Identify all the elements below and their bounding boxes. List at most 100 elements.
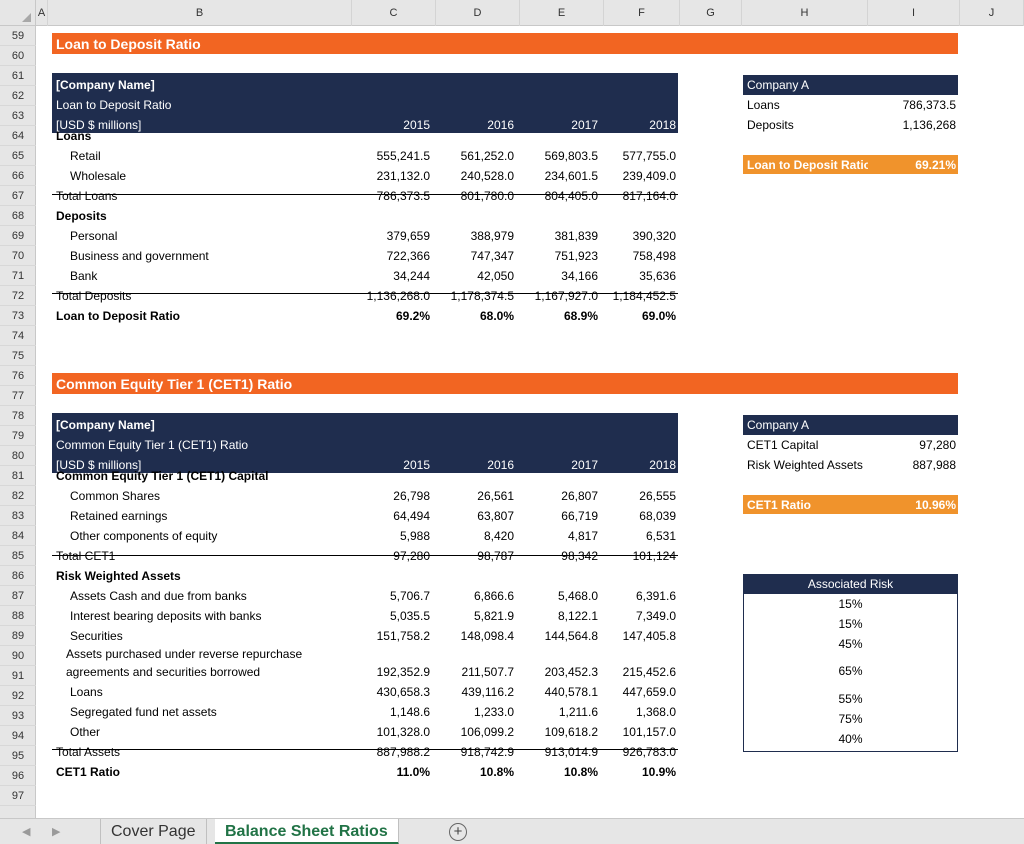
row-header-76[interactable]: 76 xyxy=(0,366,36,386)
ldr-line-value xyxy=(516,126,598,146)
ldr-summary-loans-label: Loans xyxy=(747,98,780,112)
ldr-line-value: 231,132.0 xyxy=(376,169,430,183)
row-header-63[interactable]: 63 xyxy=(0,106,36,126)
row-header-64[interactable]: 64 xyxy=(0,126,36,146)
row-header-85[interactable]: 85 xyxy=(0,546,36,566)
cet1-line-value: 26,807 xyxy=(561,489,598,503)
cet1-line-value: 4,817 xyxy=(567,529,598,543)
row-header-96[interactable]: 96 xyxy=(0,766,36,786)
row-header-77[interactable]: 77 xyxy=(0,386,36,406)
row-header-70[interactable]: 70 xyxy=(0,246,36,266)
cet1-line-value: 211,507.7 xyxy=(461,665,515,679)
cet1-line-value xyxy=(516,466,598,486)
ldr-line-value xyxy=(432,206,514,226)
row-header-71[interactable]: 71 xyxy=(0,266,36,286)
cet1-line-label: Segregated fund net assets xyxy=(70,705,217,719)
tab-balance-sheet-ratios[interactable]: Balance Sheet Ratios xyxy=(215,819,399,844)
cet1-line-label: Other components of equity xyxy=(70,529,218,543)
select-all-corner[interactable] xyxy=(0,0,36,26)
row-header-78[interactable]: 78 xyxy=(0,406,36,426)
tab-cover-page[interactable]: Cover Page xyxy=(100,819,207,844)
column-header-b[interactable]: B xyxy=(48,0,352,26)
row-header-95[interactable]: 95 xyxy=(0,746,36,766)
row-header-72[interactable]: 72 xyxy=(0,286,36,306)
cet1-line-label-cont: agreements and securities borrowed xyxy=(66,665,261,679)
ldr-line-label: Loans xyxy=(56,129,92,143)
row-header-65[interactable]: 65 xyxy=(0,146,36,166)
ldr-line-label: Personal xyxy=(70,229,118,243)
scroll-tabs-right-icon[interactable]: ▶ xyxy=(52,819,60,844)
cet1-line-value: 926,783.0 xyxy=(622,745,676,759)
cet1-line-value: 1,233.0 xyxy=(473,705,514,719)
risk-value: 45% xyxy=(838,637,863,651)
row-header-73[interactable]: 73 xyxy=(0,306,36,326)
column-header-f[interactable]: F xyxy=(604,0,680,26)
risk-value: 15% xyxy=(838,597,863,611)
row-header-66[interactable]: 66 xyxy=(0,166,36,186)
ldr-summary-deposits-label: Deposits xyxy=(747,118,794,132)
row-header-93[interactable]: 93 xyxy=(0,706,36,726)
row-header-84[interactable]: 84 xyxy=(0,526,36,546)
column-header-a[interactable]: A xyxy=(36,0,48,26)
cet1-line-value: 10.8% xyxy=(563,765,598,779)
row-header-82[interactable]: 82 xyxy=(0,486,36,506)
cet1-line-label: Total Assets xyxy=(56,745,121,759)
row-header-80[interactable]: 80 xyxy=(0,446,36,466)
column-header-i[interactable]: I xyxy=(868,0,960,26)
row-header-89[interactable]: 89 xyxy=(0,626,36,646)
row-header-61[interactable]: 61 xyxy=(0,66,36,86)
cet1-line-label: Other xyxy=(70,725,101,739)
row-header-68[interactable]: 68 xyxy=(0,206,36,226)
ldr-line-value: 69.0% xyxy=(641,309,676,323)
ldr-line-label: Deposits xyxy=(56,209,107,223)
row-header-87[interactable]: 87 xyxy=(0,586,36,606)
cet1-line-value xyxy=(432,566,514,586)
row-header-90[interactable]: 90 xyxy=(0,646,36,666)
ldr-summary-loans-value: 786,373.5 xyxy=(902,98,956,112)
column-header-j[interactable]: J xyxy=(960,0,1024,26)
row-header-69[interactable]: 69 xyxy=(0,226,36,246)
ldr-total-deposits-rule xyxy=(52,293,678,294)
row-header-86[interactable]: 86 xyxy=(0,566,36,586)
row-header-60[interactable]: 60 xyxy=(0,46,36,66)
row-header-59[interactable]: 59 xyxy=(0,26,36,46)
cet1-company-name: [Company Name] xyxy=(56,418,155,432)
cet1-line-label: Retained earnings xyxy=(70,509,168,523)
cet1-line-value: 148,098.4 xyxy=(460,629,514,643)
row-header-91[interactable]: 91 xyxy=(0,666,36,686)
ldr-line-value xyxy=(348,206,430,226)
row-header-94[interactable]: 94 xyxy=(0,726,36,746)
ldr-line-value: 34,244 xyxy=(393,269,430,283)
cet1-line-value: 440,578.1 xyxy=(544,685,598,699)
column-header-g[interactable]: G xyxy=(680,0,742,26)
ldr-line-value xyxy=(596,206,676,226)
add-sheet-icon[interactable]: + xyxy=(449,823,467,841)
cet1-line-value: 68,039 xyxy=(639,509,676,523)
column-header-d[interactable]: D xyxy=(436,0,520,26)
row-header-92[interactable]: 92 xyxy=(0,686,36,706)
cet1-line-value: 192,352.9 xyxy=(376,665,430,679)
column-header-h[interactable]: H xyxy=(742,0,868,26)
row-header-67[interactable]: 67 xyxy=(0,186,36,206)
cet1-line-value: 5,468.0 xyxy=(557,589,598,603)
ldr-line-value: 239,409.0 xyxy=(622,169,676,183)
row-header-81[interactable]: 81 xyxy=(0,466,36,486)
row-header-97[interactable]: 97 xyxy=(0,786,36,806)
row-header-88[interactable]: 88 xyxy=(0,606,36,626)
column-header-c[interactable]: C xyxy=(352,0,436,26)
ldr-line-value: 561,252.0 xyxy=(460,149,514,163)
column-header-e[interactable]: E xyxy=(520,0,604,26)
cet1-line-label: CET1 Ratio xyxy=(56,765,121,779)
row-header-62[interactable]: 62 xyxy=(0,86,36,106)
cet1-total-assets-rule xyxy=(52,749,678,750)
row-header-83[interactable]: 83 xyxy=(0,506,36,526)
ldr-company-name: [Company Name] xyxy=(56,78,155,92)
cet1-line-value: 447,659.0 xyxy=(622,685,676,699)
row-header-74[interactable]: 74 xyxy=(0,326,36,346)
row-header-75[interactable]: 75 xyxy=(0,346,36,366)
risk-value: 75% xyxy=(838,712,863,726)
cet1-line-value: 26,561 xyxy=(477,489,514,503)
row-header-79[interactable]: 79 xyxy=(0,426,36,446)
scroll-tabs-left-icon[interactable]: ◀ xyxy=(22,819,30,844)
cet1-line-value: 913,014.9 xyxy=(544,745,598,759)
